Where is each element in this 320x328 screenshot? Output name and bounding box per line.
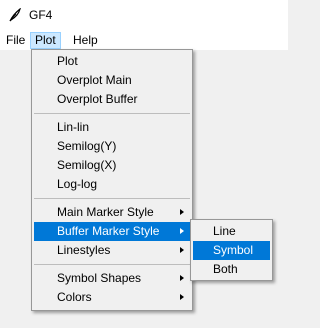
menu-file[interactable]: File — [2, 32, 29, 49]
menu-item-symbol-shapes[interactable]: Symbol Shapes — [34, 269, 190, 288]
submenu-item-line[interactable]: Line — [193, 222, 270, 241]
menu-item-main-marker-style[interactable]: Main Marker Style — [34, 203, 190, 222]
menu-separator — [34, 264, 190, 265]
menu-item-colors[interactable]: Colors — [34, 288, 190, 307]
submenu-arrow-icon — [180, 209, 184, 215]
plot-menu: Plot Overplot Main Overplot Buffer Lin-l… — [31, 49, 193, 311]
title-bar: GF4 — [0, 0, 288, 30]
menu-item-label: Colors — [57, 290, 92, 304]
menu-item-plot[interactable]: Plot — [34, 52, 190, 71]
menu-item-lin-lin[interactable]: Lin-lin — [34, 118, 190, 137]
menu-item-semilog-x[interactable]: Semilog(X) — [34, 156, 190, 175]
menu-help[interactable]: Help — [69, 32, 102, 49]
submenu-arrow-icon — [180, 247, 184, 253]
menu-bar: File Plot Help — [0, 30, 288, 50]
menu-plot[interactable]: Plot — [30, 32, 61, 49]
submenu-arrow-icon — [180, 228, 184, 234]
menu-separator — [34, 198, 190, 199]
submenu-arrow-icon — [180, 294, 184, 300]
menu-item-buffer-marker-style[interactable]: Buffer Marker Style — [34, 222, 190, 241]
menu-item-log-log[interactable]: Log-log — [34, 175, 190, 194]
menu-item-overplot-buffer[interactable]: Overplot Buffer — [34, 90, 190, 109]
feather-icon — [9, 8, 21, 22]
buffer-marker-submenu: Line Symbol Both — [190, 219, 273, 281]
menu-separator — [34, 113, 190, 114]
menu-item-label: Buffer Marker Style — [57, 224, 160, 238]
submenu-item-symbol[interactable]: Symbol — [193, 241, 270, 260]
submenu-item-both[interactable]: Both — [193, 260, 270, 279]
menu-item-label: Linestyles — [57, 243, 111, 257]
window-title: GF4 — [29, 8, 53, 22]
menu-item-overplot-main[interactable]: Overplot Main — [34, 71, 190, 90]
menu-item-linestyles[interactable]: Linestyles — [34, 241, 190, 260]
menu-item-label: Symbol Shapes — [57, 271, 142, 285]
menu-item-semilog-y[interactable]: Semilog(Y) — [34, 137, 190, 156]
submenu-arrow-icon — [180, 275, 184, 281]
menu-item-label: Main Marker Style — [57, 205, 154, 219]
